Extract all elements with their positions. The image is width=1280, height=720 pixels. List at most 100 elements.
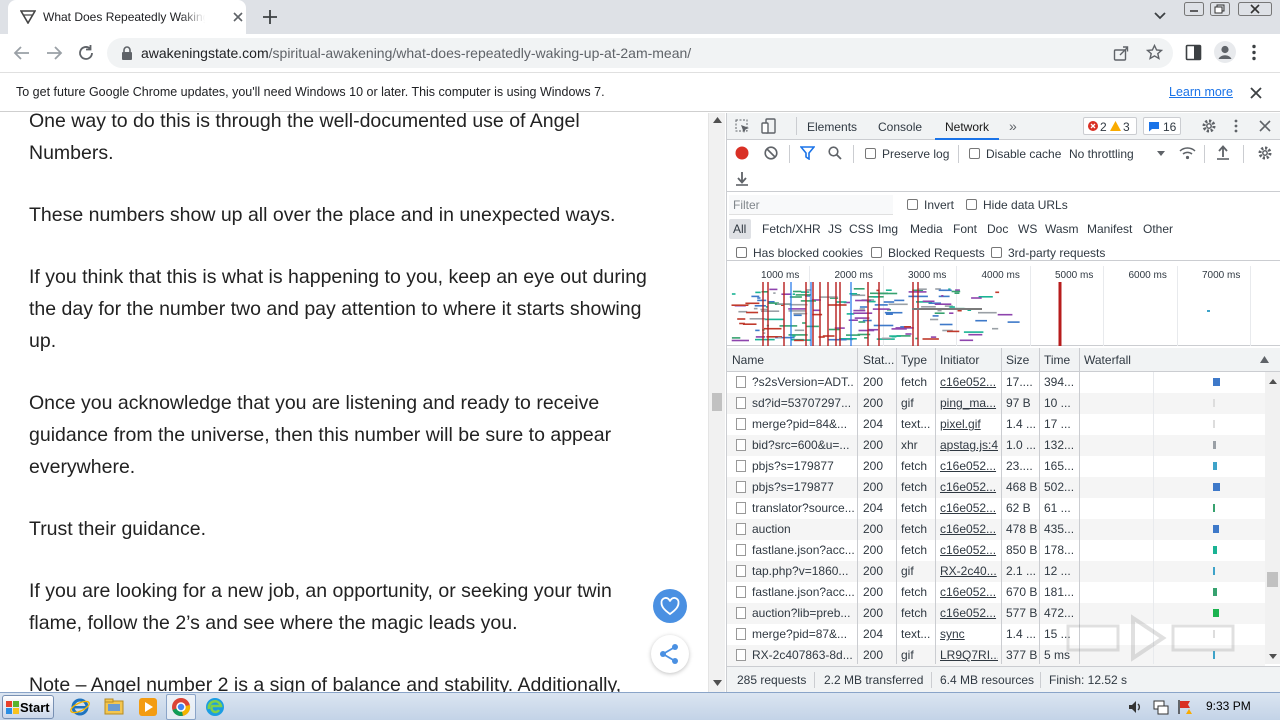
url-text[interactable]: awakeningstate.com/spiritual-awakening/w… bbox=[141, 45, 691, 61]
lock-icon[interactable] bbox=[121, 46, 133, 60]
sort-ascending-icon[interactable] bbox=[1260, 356, 1269, 363]
type-filter-all[interactable]: All bbox=[729, 219, 751, 239]
column-size[interactable]: Size bbox=[1006, 353, 1029, 367]
type-filter-doc[interactable]: Doc bbox=[987, 222, 1008, 236]
back-icon[interactable] bbox=[13, 44, 31, 62]
invert-checkbox[interactable] bbox=[907, 199, 918, 210]
has-blocked-cookies-checkbox[interactable] bbox=[736, 247, 747, 258]
devtools-close-icon[interactable] bbox=[1258, 119, 1272, 133]
restore-icon[interactable] bbox=[1210, 2, 1230, 16]
profile-avatar-icon[interactable] bbox=[1214, 41, 1236, 63]
request-initiator[interactable]: c16e052... bbox=[940, 606, 998, 620]
type-filter-wasm[interactable]: Wasm bbox=[1045, 222, 1079, 236]
start-button[interactable]: Start bbox=[2, 695, 54, 719]
request-row[interactable]: translator?source... 204 fetch c16e052... 62… bbox=[727, 498, 1265, 519]
request-row[interactable]: pbjs?s=179877 200 fetch c16e052... 468 B 502.… bbox=[727, 477, 1265, 498]
type-filter-font[interactable]: Font bbox=[953, 222, 977, 236]
type-filter-manifest[interactable]: Manifest bbox=[1087, 222, 1132, 236]
tab-console[interactable]: Console bbox=[878, 120, 922, 134]
scroll-down-arrow-icon[interactable] bbox=[713, 680, 722, 686]
internet-explorer-icon[interactable] bbox=[69, 696, 91, 718]
volume-icon[interactable] bbox=[1128, 699, 1144, 715]
scroll-up-arrow-icon[interactable] bbox=[713, 117, 722, 123]
request-initiator[interactable]: RX-2c40... bbox=[940, 564, 998, 578]
request-initiator[interactable]: LR9Q7RI... bbox=[940, 648, 998, 662]
media-player-icon[interactable] bbox=[137, 696, 159, 718]
file-explorer-icon[interactable] bbox=[103, 696, 125, 718]
new-tab-icon[interactable] bbox=[261, 8, 279, 26]
chrome-taskbar-button[interactable] bbox=[166, 694, 196, 720]
column-waterfall[interactable]: Waterfall bbox=[1084, 353, 1131, 367]
bookmark-star-icon[interactable] bbox=[1146, 44, 1163, 61]
column-initiator[interactable]: Initiator bbox=[940, 353, 979, 367]
column-time[interactable]: Time bbox=[1044, 353, 1070, 367]
search-icon[interactable] bbox=[828, 146, 842, 160]
inspect-element-icon[interactable] bbox=[735, 119, 750, 134]
column-name[interactable]: Name bbox=[732, 353, 764, 367]
request-row[interactable]: tap.php?v=1860... 200 gif RX-2c40... 2.1 ...… bbox=[727, 561, 1265, 582]
request-row[interactable]: auction 200 fetch c16e052... 478 B 435... bbox=[727, 519, 1265, 540]
request-initiator[interactable]: c16e052... bbox=[940, 522, 998, 536]
request-initiator[interactable]: pixel.gif bbox=[940, 417, 998, 431]
tab-close-icon[interactable] bbox=[230, 9, 246, 25]
requests-scroll-up-icon[interactable] bbox=[1269, 379, 1277, 384]
request-row[interactable]: sd?id=53707297... 200 gif ping_ma... 97 B 10 … bbox=[727, 393, 1265, 414]
request-initiator[interactable]: apstag.js:4 bbox=[940, 438, 998, 452]
filter-input[interactable]: Filter bbox=[729, 195, 893, 215]
requests-scroll-thumb[interactable] bbox=[1267, 572, 1278, 587]
request-row[interactable]: bid?src=600&u=... 200 xhr apstag.js:4 1.0 ..… bbox=[727, 435, 1265, 456]
request-row[interactable]: merge?pid=84&... 204 text... pixel.gif 1.4 .… bbox=[727, 414, 1265, 435]
share-icon[interactable] bbox=[1113, 45, 1129, 61]
reload-icon[interactable] bbox=[77, 44, 95, 62]
column-status[interactable]: Stat... bbox=[863, 353, 894, 367]
record-icon[interactable] bbox=[735, 146, 749, 160]
request-row[interactable]: ?s2sVersion=ADT... 200 fetch c16e052... 17..… bbox=[727, 372, 1265, 393]
filter-funnel-icon[interactable] bbox=[800, 146, 815, 160]
learn-more-link[interactable]: Learn more bbox=[1169, 85, 1233, 99]
type-filter-js[interactable]: JS bbox=[828, 222, 842, 236]
requests-scrollbar[interactable] bbox=[1265, 372, 1280, 664]
chrome-menu-icon[interactable] bbox=[1251, 44, 1257, 61]
page-scrollbar[interactable] bbox=[708, 113, 725, 692]
request-initiator[interactable]: ping_ma... bbox=[940, 396, 998, 410]
network-tray-icon[interactable] bbox=[1153, 699, 1169, 715]
request-initiator[interactable]: c16e052... bbox=[940, 480, 998, 494]
type-filter-css[interactable]: CSS bbox=[849, 222, 874, 236]
device-toolbar-icon[interactable] bbox=[761, 118, 776, 134]
tab-search-chevron-icon[interactable] bbox=[1152, 9, 1172, 23]
forward-icon[interactable] bbox=[45, 44, 63, 62]
infobar-close-icon[interactable] bbox=[1248, 85, 1264, 101]
request-initiator[interactable]: sync bbox=[940, 627, 998, 641]
network-overview-timeline[interactable]: 1000 ms 2000 ms 3000 ms 4000 ms 5000 ms 6000 … bbox=[727, 266, 1280, 346]
network-settings-gear-icon[interactable] bbox=[1257, 145, 1273, 161]
type-filter-ws[interactable]: WS bbox=[1018, 222, 1037, 236]
request-initiator[interactable]: c16e052... bbox=[940, 585, 998, 599]
type-filter-media[interactable]: Media bbox=[910, 222, 943, 236]
type-filter-img[interactable]: Img bbox=[878, 222, 898, 236]
messages-counter[interactable]: 16 bbox=[1143, 117, 1181, 135]
blocked-requests-checkbox[interactable] bbox=[871, 247, 882, 258]
requests-scroll-down-icon[interactable] bbox=[1269, 654, 1277, 659]
export-har-icon[interactable] bbox=[736, 171, 748, 186]
type-filter-other[interactable]: Other bbox=[1143, 222, 1173, 236]
share-button[interactable] bbox=[651, 635, 689, 673]
request-initiator[interactable]: c16e052... bbox=[940, 501, 998, 515]
request-initiator[interactable]: c16e052... bbox=[940, 375, 998, 389]
tab-network[interactable]: Network bbox=[945, 120, 989, 134]
import-har-icon[interactable] bbox=[1217, 145, 1229, 160]
request-row[interactable]: fastlane.json?acc... 200 fetch c16e052... 85… bbox=[727, 540, 1265, 561]
devtools-menu-icon[interactable] bbox=[1234, 119, 1238, 133]
column-type[interactable]: Type bbox=[901, 353, 927, 367]
page-scroll-thumb[interactable] bbox=[712, 393, 722, 411]
edge-icon[interactable] bbox=[204, 696, 226, 718]
window-close-icon[interactable] bbox=[1238, 2, 1272, 16]
throttling-dropdown-icon[interactable] bbox=[1157, 151, 1165, 156]
request-row[interactable]: fastlane.json?acc... 200 fetch c16e052... 67… bbox=[727, 582, 1265, 603]
minimize-icon[interactable] bbox=[1184, 2, 1204, 16]
action-center-flag-icon[interactable] bbox=[1177, 699, 1193, 715]
favorite-heart-button[interactable] bbox=[653, 589, 687, 623]
devtools-settings-gear-icon[interactable] bbox=[1201, 118, 1217, 134]
disable-cache-checkbox[interactable] bbox=[969, 148, 980, 159]
issues-counter[interactable]: 2 3 bbox=[1083, 117, 1137, 135]
request-initiator[interactable]: c16e052... bbox=[940, 459, 998, 473]
